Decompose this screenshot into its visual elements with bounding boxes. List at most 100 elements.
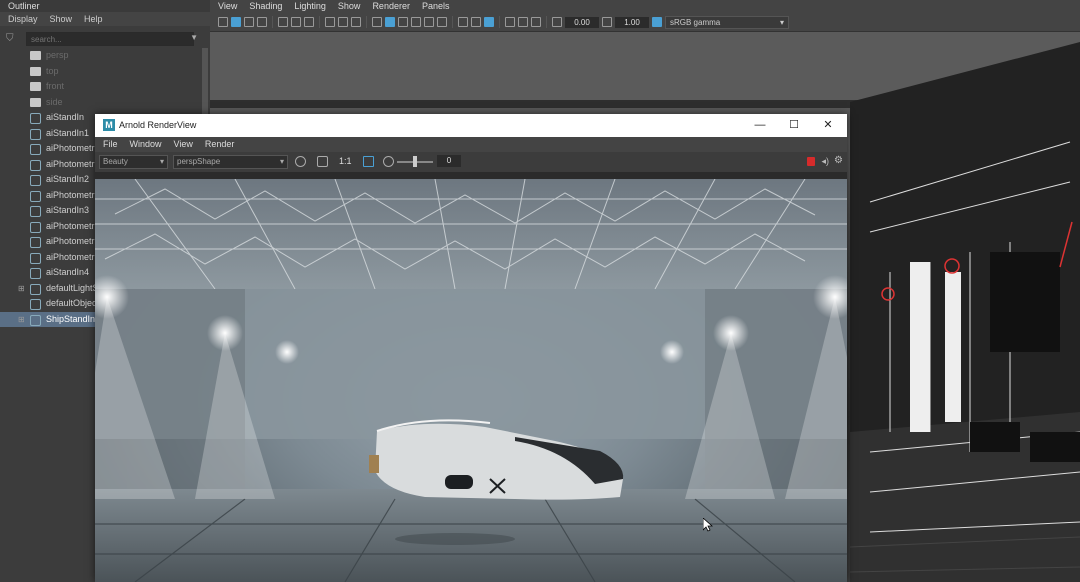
renderview-menu-file[interactable]: File [103,137,118,152]
outliner-item[interactable]: top [0,64,200,80]
outliner-menu-show[interactable]: Show [50,12,73,26]
renderview-menu-render[interactable]: Render [205,137,235,152]
zoom-ratio[interactable]: 1:1 [339,156,352,166]
maximize-button[interactable]: ☐ [777,117,811,133]
outliner-item-label: aiStandIn1 [46,127,90,138]
channels-icon[interactable] [295,156,306,167]
outliner-menubar: Display Show Help [0,12,210,26]
outliner-item[interactable]: persp [0,48,200,64]
outliner-menu-help[interactable]: Help [84,12,103,26]
select-tool-icon[interactable] [505,17,515,27]
ambient-occlusion-icon[interactable] [411,17,421,27]
motion-blur-icon[interactable] [424,17,434,27]
outliner-menu-display[interactable]: Display [8,12,38,26]
standin-icon [30,268,41,279]
grid-icon[interactable] [278,17,288,27]
gamma-field[interactable]: 1.00 [615,16,649,28]
camera-icon [30,97,41,107]
standin-icon [30,283,41,295]
exposure-field[interactable]: 0.00 [565,16,599,28]
camera-icon [30,51,41,60]
expand-icon[interactable]: ⊞ [18,281,25,297]
image-plane-icon[interactable] [257,17,267,27]
toolbar-divider [366,16,367,28]
antialiasing-icon[interactable] [437,17,447,27]
standin-icon [30,113,41,124]
render-image[interactable] [95,179,847,582]
use-all-lights-icon[interactable] [385,17,395,27]
standin-icon [30,252,41,264]
maya-logo: M [103,119,115,131]
viewport-menu-shading[interactable]: Shading [249,0,282,13]
viewport-toolbar: 0.00 1.00 sRGB gamma [210,13,1080,32]
renderview-menu-view[interactable]: View [174,137,193,152]
colorspace-dropdown[interactable]: sRGB gamma [665,15,789,29]
stop-render-icon[interactable] [807,157,815,166]
camera-dropdown[interactable]: perspShape [173,155,288,169]
viewport-menu-view[interactable]: View [218,0,237,13]
viewport-menu-lighting[interactable]: Lighting [294,0,326,13]
wireframe-on-shaded-icon[interactable] [351,17,361,27]
expand-icon[interactable]: ⊞ [18,312,25,328]
standin-icon [30,221,41,233]
exposure-icon[interactable] [552,17,562,27]
xray-joints-icon[interactable] [484,17,494,27]
exposure-value[interactable]: 0 [437,155,461,167]
outliner-item-label: aiStandIn2 [46,174,90,184]
backface-icon[interactable] [518,17,528,27]
toolbar-divider [452,16,453,28]
standin-icon [30,175,41,186]
bookmark-icon[interactable] [244,17,254,27]
outliner-item[interactable]: front [0,79,200,95]
outliner-title: Outliner [0,0,210,12]
chevron-down-icon[interactable]: ▼ [190,33,198,42]
region-icon[interactable] [363,156,374,167]
outliner-item-label: persp [46,50,69,60]
outliner-search-input[interactable] [26,32,194,46]
outliner-item-label: front [46,81,65,91]
standin-icon [30,237,41,248]
standin-icon [30,128,41,140]
outliner-item-label: top [46,65,59,76]
smooth-shade-icon[interactable] [338,17,348,27]
window-title: Arnold RenderView [119,120,197,130]
camera-select-icon[interactable] [218,17,228,27]
color-manage-icon[interactable] [531,17,541,27]
crop-icon[interactable] [317,156,328,167]
viewport-menu-renderer[interactable]: Renderer [372,0,410,13]
minimize-button[interactable]: — [743,117,777,133]
view-transform-icon[interactable] [652,17,662,27]
viewport-menu-panels[interactable]: Panels [422,0,450,13]
viewport-menu-show[interactable]: Show [338,0,361,13]
shadows-icon[interactable] [398,17,408,27]
close-button[interactable]: ✕ [811,117,845,133]
renderview-menubar: File Window View Render [95,137,847,152]
renderview-toolbar: Beauty perspShape 1:1 0 ◂) ⚙ [95,152,847,172]
gear-icon[interactable]: ⚙ [834,155,843,166]
wireframe-icon[interactable] [325,17,335,27]
standin-icon [30,206,41,217]
exposure-slider-knob[interactable] [413,156,417,167]
arnold-renderview-window[interactable]: M Arnold RenderView — ☐ ✕ File Window Vi… [95,114,847,582]
textured-icon[interactable] [372,17,382,27]
renderview-menu-window[interactable]: Window [130,137,162,152]
isolate-select-icon[interactable] [458,17,468,27]
outliner-item[interactable]: side [0,95,200,111]
standin-icon [30,314,41,326]
aov-dropdown[interactable]: Beauty [99,155,168,169]
standin-icon [30,299,41,310]
film-gate-icon[interactable] [291,17,301,27]
window-titlebar[interactable]: M Arnold RenderView — ☐ ✕ [95,114,847,137]
outliner-item-label: ShipStandIn [46,313,96,324]
camera-attributes-icon[interactable] [231,17,241,27]
standin-icon [30,159,41,171]
toolbar-divider [272,16,273,28]
debug-shading-icon[interactable]: ◂) [821,156,829,167]
filter-icon[interactable]: ⛉ [6,33,18,45]
exposure-gear-icon[interactable] [383,156,394,167]
rendered-hangar-image [95,179,847,582]
xray-icon[interactable] [471,17,481,27]
resolution-gate-icon[interactable] [304,17,314,27]
camera-icon [30,66,41,76]
gamma-icon[interactable] [602,17,612,27]
